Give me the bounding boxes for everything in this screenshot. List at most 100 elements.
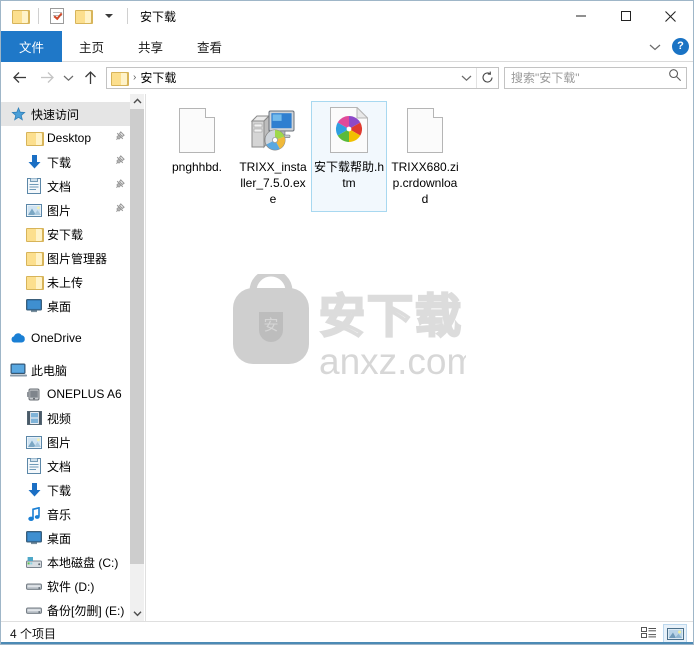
sidebar-item-label: 桌面 [47,531,72,546]
videos-icon [26,411,42,425]
folder-icon [25,131,44,146]
address-bar[interactable]: › 安下载 [106,66,499,89]
folder-icon [25,251,44,266]
breadcrumb-separator[interactable]: › [133,72,136,83]
up-button[interactable] [77,66,103,90]
breadcrumb-path[interactable]: 安下载 [140,69,176,86]
search-icon[interactable] [668,68,682,87]
file-item[interactable]: pnghhbd. [159,101,235,212]
sidebar-item-12[interactable]: 视频 [1,406,131,430]
folder-icon [25,273,44,291]
tab-file[interactable]: 文件 [1,31,63,62]
toolbar-separator-2 [127,8,128,24]
phone-device-icon [26,387,42,402]
properties-icon[interactable] [46,5,68,27]
folder-icon [25,225,44,243]
quick-access-toolbar [9,1,131,31]
folder-icon [25,227,44,242]
system-drive-icon [25,553,43,571]
address-history-chevron-icon[interactable] [456,74,476,82]
system-drive-icon [26,556,42,569]
sidebar-item-11[interactable]: ONEPLUS A6 [1,382,131,406]
tab-share[interactable]: 共享 [121,31,180,62]
file-item[interactable]: 安下载帮助.htm [311,101,387,212]
pin-icon[interactable] [114,203,129,217]
details-view-button[interactable] [637,624,661,644]
documents-icon [27,178,41,194]
sidebar-item-1[interactable]: Desktop [1,126,131,150]
search-input[interactable]: 搜索"安下载" [504,66,687,89]
download-arrow-icon [25,153,43,171]
tab-view[interactable]: 查看 [180,31,239,62]
sidebar-item-9[interactable]: OneDrive [1,326,131,350]
sidebar-item-6[interactable]: 图片管理器 [1,246,131,270]
sidebar-item-7[interactable]: 未上传 [1,270,131,294]
sidebar-item-13[interactable]: 图片 [1,430,131,454]
chevron-down-icon[interactable] [644,36,666,58]
pictures-icon [25,201,43,219]
pin-icon[interactable] [114,155,129,169]
sidebar-item-label: 软件 (D:) [47,579,95,594]
new-folder-icon[interactable] [72,5,94,27]
refresh-icon[interactable] [476,67,498,88]
forward-button[interactable] [33,66,59,90]
sidebar-item-5[interactable]: 安下载 [1,222,131,246]
back-button[interactable] [7,66,33,90]
drive-icon [25,601,43,619]
sidebar-item-20[interactable]: 备份[勿删] (E:) [1,598,131,621]
music-note-icon [27,506,41,522]
pictures-icon [26,435,42,449]
file-list-view[interactable]: 安 安下载 anxz.com pnghhbd. TRIXX_installer_7… [146,94,693,621]
window-controls [558,1,693,31]
sidebar-item-3[interactable]: 文档 [1,174,131,198]
sidebar-item-16[interactable]: 音乐 [1,502,131,526]
folder-icon[interactable] [9,5,31,27]
address-bar-right [456,67,498,88]
title-bar: 安下载 [1,1,693,31]
sidebar-scrollbar[interactable] [130,94,144,621]
star-pin-icon [9,105,27,123]
pictures-icon [25,433,43,451]
customize-qat-caret-icon[interactable] [98,5,120,27]
ribbon-tab-bar: 文件 主页 共享 查看 ? [1,31,693,62]
sidebar-item-2[interactable]: 下载 [1,150,131,174]
sidebar-item-8[interactable]: 桌面 [1,294,131,318]
sidebar-item-15[interactable]: 下载 [1,478,131,502]
scroll-down-arrow-icon[interactable] [130,606,144,621]
sidebar-item-14[interactable]: 文档 [1,454,131,478]
sidebar-item-label: 视频 [47,411,72,426]
tab-home[interactable]: 主页 [62,31,121,62]
sidebar-item-label: ONEPLUS A6 [47,387,122,401]
scroll-up-arrow-icon[interactable] [130,94,144,109]
onedrive-cloud-icon [10,332,27,344]
help-icon[interactable]: ? [672,38,689,55]
large-icons-view-button[interactable] [663,624,687,644]
pictures-icon [26,203,42,217]
sidebar-item-label: 下载 [47,155,72,170]
recent-locations-button[interactable] [59,66,77,90]
star-pin-icon [10,106,26,122]
file-item[interactable]: TRIXX680.zip.crdownload [387,101,463,212]
sidebar-item-17[interactable]: 桌面 [1,526,131,550]
sidebar-item-19[interactable]: 软件 (D:) [1,574,131,598]
close-button[interactable] [648,1,693,31]
documents-icon [25,457,43,475]
search-placeholder: 搜索"安下载" [511,71,580,85]
pin-icon[interactable] [114,131,129,145]
download-arrow-icon [25,481,43,499]
toolbar-separator [38,8,39,24]
sidebar-item-0[interactable]: 快速访问 [1,102,131,126]
maximize-button[interactable] [603,1,648,31]
svg-text:安: 安 [263,316,278,334]
file-item[interactable]: TRIXX_installer_7.5.0.exe [235,101,311,212]
sidebar-item-4[interactable]: 图片 [1,198,131,222]
minimize-button[interactable] [558,1,603,31]
sidebar-item-label: 图片 [47,435,72,450]
file-name-label: TRIXX_installer_7.5.0.exe [239,160,307,206]
sidebar-item-10[interactable]: 此电脑 [1,358,131,382]
sidebar-scrollbar-thumb[interactable] [130,109,144,564]
nav-tree: 快速访问 Desktop 下载 文档 图片 安下载 图片管理器 未上传 桌面 OneDrive 此电… [1,94,131,621]
svg-text:安下载: 安下载 [319,289,463,343]
sidebar-item-18[interactable]: 本地磁盘 (C:) [1,550,131,574]
pin-icon[interactable] [114,179,129,193]
